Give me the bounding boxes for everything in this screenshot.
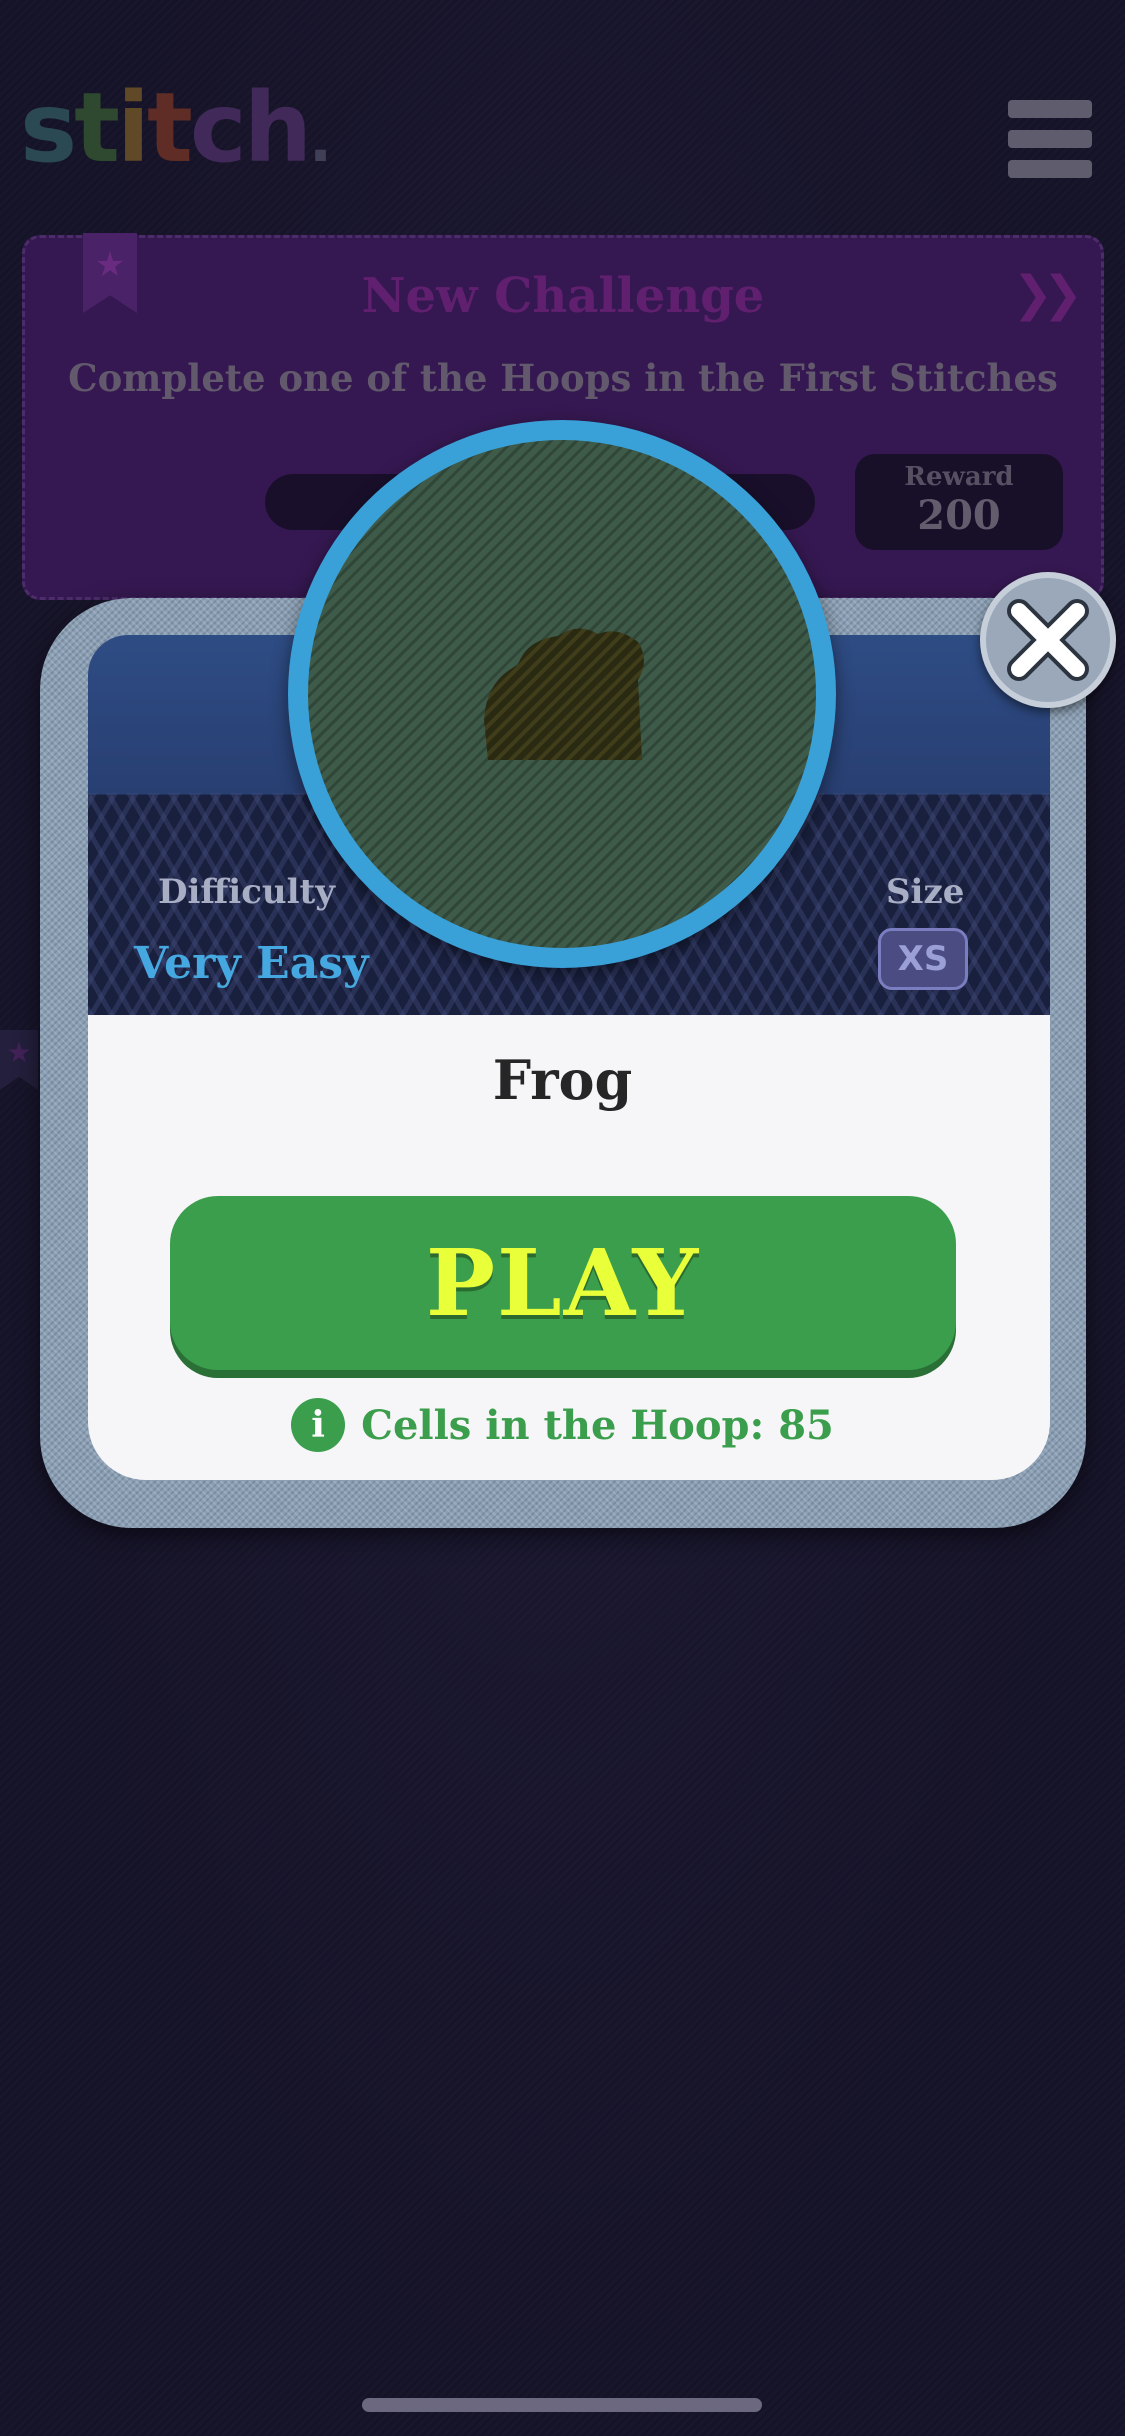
pattern-name: Frog (492, 1048, 633, 1112)
frog-silhouette-icon (484, 628, 644, 760)
home-indicator[interactable] (362, 2398, 762, 2412)
size-label: Size (886, 872, 965, 912)
size-badge: XS (878, 928, 968, 990)
hoop-preview (288, 420, 836, 968)
play-button[interactable]: PLAY (170, 1196, 956, 1370)
close-icon (1007, 599, 1089, 681)
close-button[interactable] (980, 572, 1116, 708)
cells-info: i Cells in the Hoop: 85 (0, 1398, 1125, 1452)
cells-count-text: Cells in the Hoop: 85 (361, 1401, 834, 1449)
difficulty-label: Difficulty (158, 872, 336, 912)
info-icon[interactable]: i (291, 1398, 346, 1452)
difficulty-value: Very Easy (134, 938, 369, 989)
hoop-fabric (308, 440, 816, 948)
